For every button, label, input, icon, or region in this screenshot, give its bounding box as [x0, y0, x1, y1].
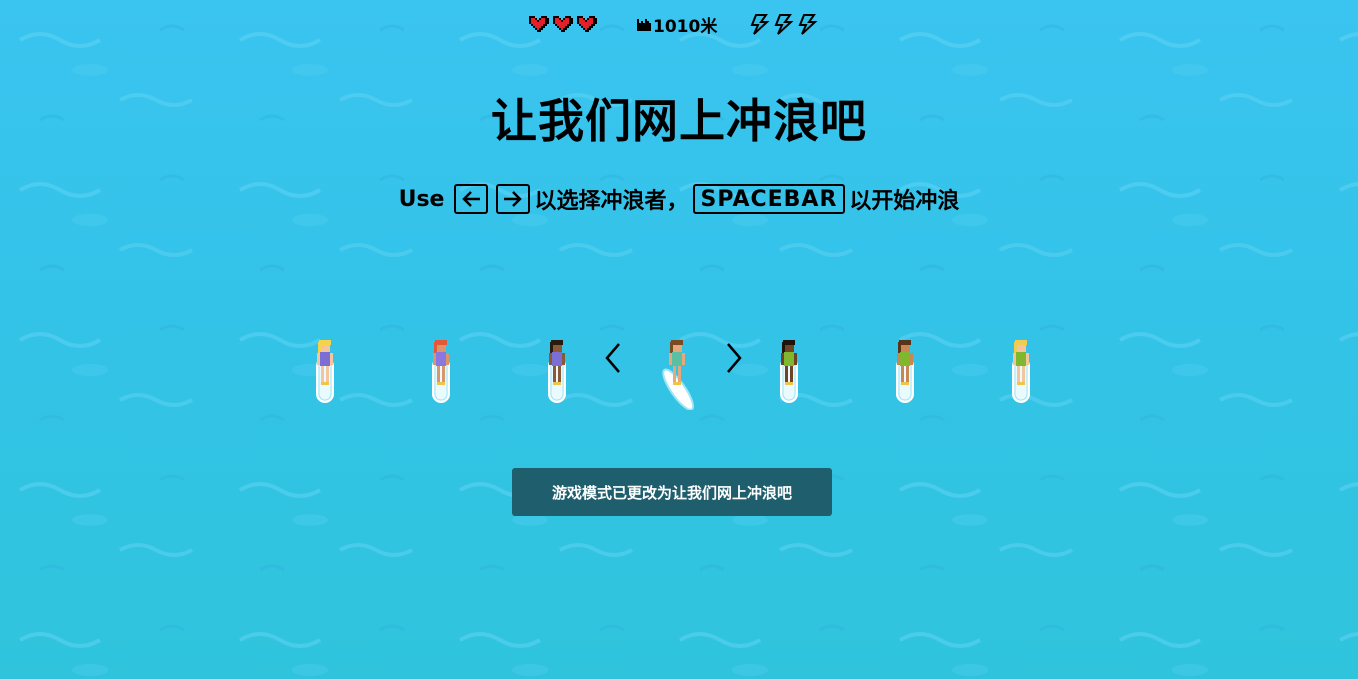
surfer-6-sprite[interactable] [890, 338, 920, 410]
choose-surfer-text: 以选择冲浪者， [534, 189, 689, 214]
distance-value: 1010米 [653, 17, 718, 37]
next-surfer-chevron-icon[interactable] [722, 340, 746, 376]
left-arrow-key-icon [454, 184, 489, 214]
surfer-1-sprite[interactable] [310, 338, 340, 410]
mode-changed-toast: 游戏模式已更改为让我们网上冲浪吧 [512, 468, 832, 516]
surfer-7-sprite[interactable] [1006, 338, 1036, 410]
previous-surfer-chevron-icon[interactable] [601, 340, 625, 376]
lightning-bolt-icon [798, 14, 818, 35]
spacebar-key: SPACEBAR [692, 184, 846, 214]
distance-counter: 1010米 [637, 12, 717, 37]
crown-icon [637, 18, 651, 31]
lives-indicator [527, 14, 597, 34]
lightning-bolt-icon [750, 14, 770, 35]
surfer-2-sprite[interactable] [426, 338, 456, 410]
boost-indicator [748, 13, 818, 35]
surfer-selector [0, 330, 1358, 410]
surfer-3-sprite[interactable] [542, 338, 572, 410]
lightning-bolt-icon [774, 14, 794, 35]
game-title: 让我们网上冲浪吧 [491, 94, 867, 148]
heart-icon [577, 16, 597, 32]
hud-bar: 1010米 [0, 12, 1358, 37]
surfer-5-sprite[interactable] [774, 338, 804, 410]
instructions-use-text: Use [398, 186, 445, 212]
instructions: Use 以选择冲浪者， SPACEBAR 以开始冲浪 [0, 183, 1358, 215]
heart-icon [529, 16, 549, 32]
start-surfing-text: 以开始冲浪 [849, 189, 960, 214]
surfer-4-selected-sprite[interactable] [652, 338, 702, 410]
right-arrow-key-icon [496, 184, 531, 214]
heart-icon [553, 16, 573, 32]
